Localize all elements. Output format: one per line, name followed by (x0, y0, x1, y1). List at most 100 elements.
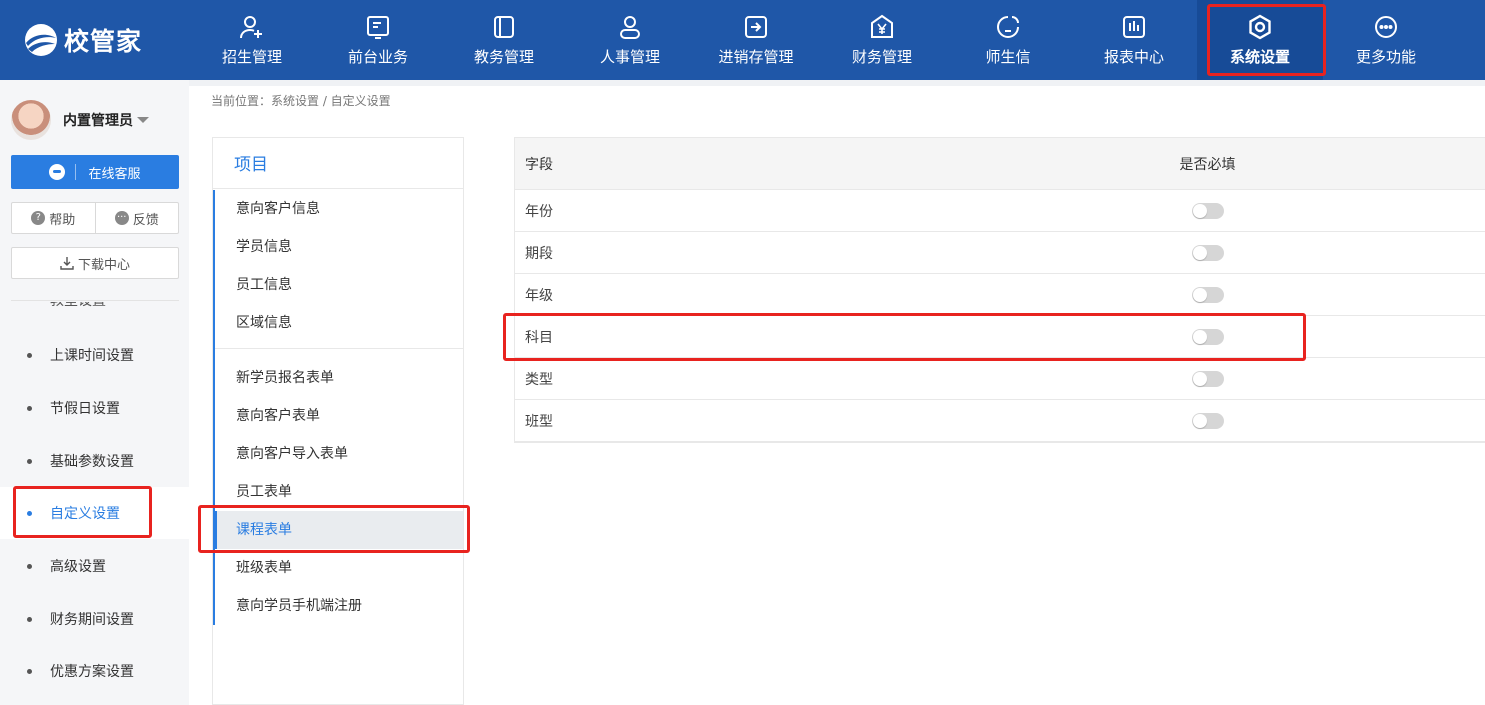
bullet-icon (27, 668, 32, 674)
chat-icon (49, 164, 66, 180)
nav-label: 系统设置 (1229, 47, 1290, 66)
help-button[interactable]: ? 帮助 (12, 203, 95, 233)
sidebar-item-clipped[interactable]: 教室设置 (50, 302, 106, 310)
project-list: 意向客户信息 学员信息 员工信息 区域信息 新学员报名表单 意向客户表单 意向客… (213, 190, 463, 625)
table-row: 类型 (515, 358, 1485, 400)
bullet-icon (27, 352, 32, 358)
feedback-icon: ··· (114, 211, 129, 225)
project-item[interactable]: 意向学员手机端注册 (215, 587, 463, 625)
sidebar-item-custom-settings[interactable]: 自定义设置 (0, 487, 189, 539)
sidebar-item-advanced[interactable]: 高级设置 (0, 540, 189, 592)
book-icon (494, 15, 514, 38)
chevron-down-icon (137, 117, 149, 123)
download-center-button[interactable]: 下载中心 (11, 247, 179, 279)
sidebar-item-discounts[interactable]: 优惠方案设置 (0, 645, 189, 697)
divider (11, 300, 179, 301)
nav-label: 更多功能 (1355, 47, 1416, 66)
column-header-required: 是否必填 (1179, 156, 1236, 173)
app-logo[interactable]: 校管家 (22, 22, 142, 58)
table-header: 字段 是否必填 (515, 138, 1485, 190)
bullet-icon (27, 510, 32, 516)
project-item[interactable]: 区域信息 (215, 304, 463, 342)
feedback-label: 反馈 (132, 212, 159, 228)
avatar (11, 100, 51, 140)
id-card-icon (367, 15, 389, 39)
left-sidebar: 内置管理员 在线客服 ? 帮助 ··· 反馈 下载中心 教室设置 上课时间设置 … (0, 80, 189, 705)
nav-label: 报表中心 (1103, 47, 1164, 66)
project-item[interactable]: 班级表单 (215, 549, 463, 587)
settings-menu: 教室设置 上课时间设置 节假日设置 基础参数设置 自定义设置 高级设置 财务期间… (0, 302, 189, 705)
project-item[interactable]: 意向客户信息 (215, 190, 463, 228)
field-name: 科目 (525, 329, 553, 346)
online-service-button[interactable]: 在线客服 (11, 155, 179, 189)
sidebar-item-class-time[interactable]: 上课时间设置 (0, 329, 189, 381)
inventory-icon (745, 15, 767, 38)
sidebar-item-label: 高级设置 (50, 559, 106, 575)
required-toggle[interactable] (1191, 328, 1224, 345)
divider (75, 164, 77, 180)
download-icon (60, 257, 74, 270)
field-name: 期段 (525, 245, 553, 262)
bullet-icon (27, 563, 32, 569)
required-toggle[interactable] (1191, 286, 1224, 303)
nav-inventory[interactable]: 进销存管理 (693, 0, 819, 80)
sidebar-item-basic-params[interactable]: 基础参数设置 (0, 435, 189, 487)
field-name: 年份 (525, 203, 553, 220)
project-item[interactable]: 学员信息 (215, 228, 463, 266)
table-row: 班型 (515, 400, 1485, 442)
required-toggle[interactable] (1191, 244, 1224, 261)
sidebar-item-label: 上课时间设置 (50, 348, 134, 364)
table-row: 年级 (515, 274, 1485, 316)
column-header-field: 字段 (525, 156, 553, 173)
required-toggle[interactable] (1191, 370, 1224, 387)
sidebar-item-financial-period[interactable]: 财务期间设置 (0, 593, 189, 645)
project-item[interactable]: 意向客户表单 (215, 397, 463, 435)
project-item[interactable]: 员工表单 (215, 473, 463, 511)
project-item-course-form[interactable]: 课程表单 (213, 511, 463, 549)
yen-icon (871, 14, 893, 38)
sidebar-item-holidays[interactable]: 节假日设置 (0, 382, 189, 434)
question-icon: ? (31, 211, 46, 225)
feedback-button[interactable]: ··· 反馈 (94, 203, 179, 233)
nav-hr[interactable]: 人事管理 (567, 0, 693, 80)
nav-label: 招生管理 (221, 47, 282, 66)
breadcrumb: 当前位置：系统设置 / 自定义设置 (189, 86, 1485, 116)
field-name: 年级 (525, 287, 553, 304)
nav-reports[interactable]: 报表中心 (1071, 0, 1197, 80)
logo-text: 校管家 (64, 27, 143, 56)
help-feedback-bar: ? 帮助 ··· 反馈 (11, 202, 179, 234)
sidebar-item-label: 财务期间设置 (50, 612, 134, 628)
required-toggle[interactable] (1191, 202, 1224, 219)
nav-label: 教务管理 (473, 47, 534, 66)
project-item[interactable]: 员工信息 (215, 266, 463, 304)
sidebar-item-label: 节假日设置 (50, 401, 120, 417)
project-title: 项目 (213, 138, 463, 189)
nav-messenger[interactable]: 师生信 (945, 0, 1071, 80)
gear-icon (1249, 14, 1271, 39)
chat-bubble-icon (997, 15, 1019, 38)
bullet-icon (27, 616, 32, 622)
sidebar-item-label: 优惠方案设置 (50, 664, 134, 680)
nav-front-desk[interactable]: 前台业务 (315, 0, 441, 80)
sidebar-item-label: 自定义设置 (50, 506, 120, 522)
nav-recruit[interactable]: 招生管理 (189, 0, 315, 80)
download-center-label: 下载中心 (77, 257, 130, 273)
user-menu[interactable]: 内置管理员 (11, 100, 149, 140)
project-item[interactable]: 新学员报名表单 (215, 359, 463, 397)
nav-label: 进销存管理 (718, 47, 794, 66)
field-name: 班型 (525, 413, 553, 430)
nav-academic[interactable]: 教务管理 (441, 0, 567, 80)
nav-system-settings[interactable]: 系统设置 (1197, 0, 1323, 80)
nav-label: 财务管理 (851, 47, 912, 66)
bullet-icon (27, 458, 32, 464)
table-row: 年份 (515, 190, 1485, 232)
bullet-icon (27, 405, 32, 411)
field-table: 字段 是否必填 年份 期段 年级 科目 类型 班型 (514, 137, 1485, 443)
nav-finance[interactable]: 财务管理 (819, 0, 945, 80)
project-item[interactable]: 意向客户导入表单 (215, 435, 463, 473)
help-label: 帮助 (49, 212, 76, 228)
online-service-label: 在线客服 (88, 166, 141, 182)
nav-label: 师生信 (985, 47, 1031, 66)
required-toggle[interactable] (1191, 412, 1224, 429)
nav-more[interactable]: 更多功能 (1323, 0, 1449, 80)
